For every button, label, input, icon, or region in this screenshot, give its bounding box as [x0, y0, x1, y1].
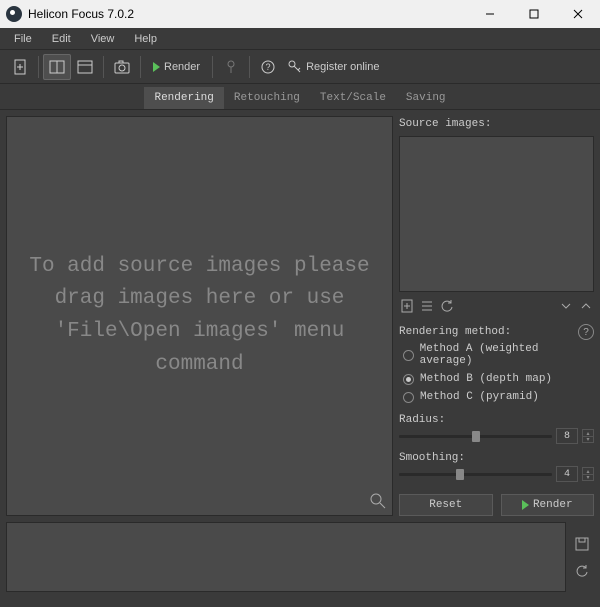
- smoothing-label: Smoothing:: [399, 452, 594, 464]
- menu-view[interactable]: View: [81, 30, 125, 48]
- toolbar: Render ? Register online: [0, 50, 600, 84]
- source-controls: [399, 296, 594, 316]
- radio-icon: [403, 374, 414, 385]
- register-online-link[interactable]: Register online: [282, 58, 385, 76]
- tab-retouching[interactable]: Retouching: [224, 87, 310, 109]
- rendering-method-label: Rendering method:: [399, 326, 578, 338]
- radio-icon: [403, 350, 414, 361]
- play-icon: [153, 62, 160, 72]
- render-label: Render: [164, 61, 200, 73]
- layout-split-icon[interactable]: [43, 54, 71, 80]
- menu-edit[interactable]: Edit: [42, 30, 81, 48]
- tab-rendering[interactable]: Rendering: [144, 87, 223, 109]
- radius-spinner[interactable]: ▴ ▾: [582, 429, 594, 443]
- chevron-down-icon[interactable]: [558, 298, 574, 314]
- method-a-radio[interactable]: Method A (weighted average): [399, 340, 594, 370]
- rendering-method-section: Rendering method: ? Method A (weighted a…: [399, 324, 594, 406]
- play-icon: [522, 500, 529, 510]
- menu-file[interactable]: File: [4, 30, 42, 48]
- svg-text:?: ?: [266, 62, 271, 72]
- radius-slider[interactable]: [399, 435, 552, 438]
- render-button[interactable]: Render: [145, 59, 208, 75]
- smoothing-value[interactable]: 4: [556, 466, 578, 482]
- chevron-up-icon[interactable]: [578, 298, 594, 314]
- save-icon[interactable]: [574, 536, 590, 552]
- render-label: Render: [533, 499, 573, 511]
- register-label: Register online: [306, 61, 379, 73]
- key-icon: [288, 60, 302, 74]
- smoothing-section: Smoothing: 4 ▴ ▾: [399, 452, 594, 482]
- smoothing-slider[interactable]: [399, 473, 552, 476]
- method-b-radio[interactable]: Method B (depth map): [399, 370, 594, 388]
- refresh-icon[interactable]: [439, 298, 455, 314]
- reset-button[interactable]: Reset: [399, 494, 493, 516]
- app-icon: [6, 6, 22, 22]
- radius-value[interactable]: 8: [556, 428, 578, 444]
- layout-single-icon[interactable]: [71, 54, 99, 80]
- spin-down-icon[interactable]: ▾: [582, 436, 594, 443]
- close-button[interactable]: [556, 0, 600, 28]
- radius-label: Radius:: [399, 414, 594, 426]
- new-file-icon[interactable]: [6, 54, 34, 80]
- render-button-main[interactable]: Render: [501, 494, 595, 516]
- tabbar: Rendering Retouching Text/Scale Saving: [0, 84, 600, 110]
- list-icon[interactable]: [419, 298, 435, 314]
- source-images-list[interactable]: [399, 136, 594, 292]
- spin-down-icon[interactable]: ▾: [582, 474, 594, 481]
- output-strip[interactable]: [6, 522, 566, 592]
- pin-icon[interactable]: [217, 54, 245, 80]
- radio-icon: [403, 392, 414, 403]
- menu-help[interactable]: Help: [124, 30, 167, 48]
- menubar: File Edit View Help: [0, 28, 600, 50]
- refresh-output-icon[interactable]: [574, 563, 590, 579]
- preview-panel[interactable]: To add source images please drag images …: [6, 116, 393, 516]
- minimize-button[interactable]: [468, 0, 512, 28]
- radius-section: Radius: 8 ▴ ▾: [399, 414, 594, 444]
- camera-icon[interactable]: [108, 54, 136, 80]
- content-area: To add source images please drag images …: [0, 110, 600, 522]
- titlebar: Helicon Focus 7.0.2: [0, 0, 600, 28]
- tab-saving[interactable]: Saving: [396, 87, 456, 109]
- smoothing-spinner[interactable]: ▴ ▾: [582, 467, 594, 481]
- output-side-controls: [570, 522, 594, 592]
- method-c-radio[interactable]: Method C (pyramid): [399, 388, 594, 406]
- zoom-icon[interactable]: [370, 493, 386, 509]
- method-a-label: Method A (weighted average): [420, 343, 590, 367]
- tab-textscale[interactable]: Text/Scale: [310, 87, 396, 109]
- method-b-label: Method B (depth map): [420, 373, 552, 385]
- add-file-icon[interactable]: [399, 298, 415, 314]
- right-panel: Source images: Rendering method: ? Metho…: [399, 116, 594, 516]
- reset-label: Reset: [429, 499, 462, 511]
- spin-up-icon[interactable]: ▴: [582, 467, 594, 474]
- source-images-label: Source images:: [399, 116, 594, 132]
- placeholder-text: To add source images please drag images …: [29, 251, 370, 381]
- maximize-button[interactable]: [512, 0, 556, 28]
- window-title: Helicon Focus 7.0.2: [28, 7, 468, 21]
- method-help-icon[interactable]: ?: [578, 324, 594, 340]
- help-icon[interactable]: ?: [254, 54, 282, 80]
- method-c-label: Method C (pyramid): [420, 391, 539, 403]
- spin-up-icon[interactable]: ▴: [582, 429, 594, 436]
- action-buttons: Reset Render: [399, 494, 594, 516]
